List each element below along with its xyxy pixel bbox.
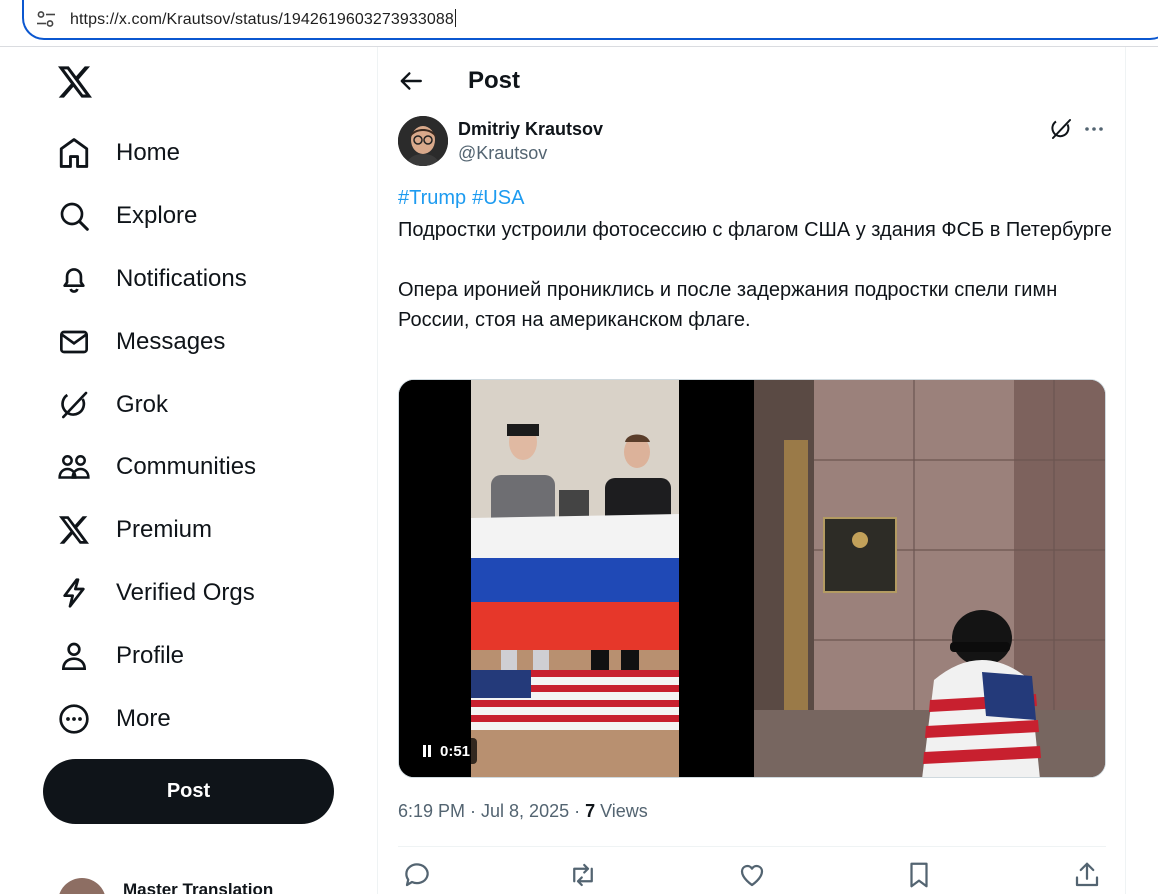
nav-item-grok[interactable]: Grok [56, 373, 356, 436]
search-icon [56, 198, 92, 234]
nav-item-explore[interactable]: Explore [56, 185, 356, 248]
nav-item-notifications[interactable]: Notifications [56, 248, 356, 311]
nav-item-verified-orgs[interactable]: Verified Orgs [56, 562, 356, 625]
video-time: 0:51 [440, 742, 471, 760]
tweet-media[interactable]: 0:51 [398, 379, 1106, 778]
tweet-text: Подростки устроили фотосессию с флагом С… [398, 215, 1113, 365]
author-name[interactable]: Dmitriy Krautsov [458, 119, 603, 140]
nav-item-profile[interactable]: Profile [56, 624, 356, 687]
primary-nav: Home Explore Notifications Messages Grok… [56, 122, 356, 750]
nav-label: Messages [116, 327, 226, 355]
author-handle[interactable]: @Krautsov [458, 143, 547, 164]
nav-label: Grok [116, 390, 169, 418]
photo-image [754, 380, 1105, 777]
more-circle-icon [56, 701, 92, 737]
x-logo-icon [56, 512, 92, 548]
nav-item-messages[interactable]: Messages [56, 310, 356, 373]
url-text[interactable]: https://x.com/Krautsov/status/1942619603… [70, 9, 456, 29]
account-name: Master Translation [123, 880, 274, 894]
home-icon [56, 135, 92, 171]
repost-icon[interactable] [568, 860, 598, 890]
nav-label: More [116, 704, 171, 732]
person-icon [56, 638, 92, 674]
photo[interactable] [754, 380, 1105, 777]
nav-label: Communities [116, 453, 257, 481]
nav-item-home[interactable]: Home [56, 122, 356, 185]
compose-post-button[interactable]: Post [43, 759, 334, 824]
nav-label: Profile [116, 641, 185, 669]
nav-label: Notifications [116, 264, 247, 292]
nav-label: Home [116, 139, 181, 167]
share-icon[interactable] [1072, 860, 1102, 890]
views-label: Views [595, 801, 648, 821]
nav-item-premium[interactable]: Premium [56, 499, 356, 562]
grok-icon [56, 387, 92, 423]
reply-icon[interactable] [402, 860, 432, 890]
tweet-metadata: 6:19 PM · Jul 8, 2025 · 7 Views [398, 801, 648, 822]
bell-icon [56, 261, 92, 297]
tweet-paragraph: Опера иронией прониклись и после задержа… [398, 279, 1058, 331]
hashtag-link[interactable]: #Trump [398, 187, 466, 209]
timestamp[interactable]: 6:19 PM · Jul 8, 2025 · [398, 801, 585, 821]
like-icon[interactable] [737, 860, 767, 890]
nav-item-communities[interactable]: Communities [56, 436, 356, 499]
grok-icon[interactable] [1049, 117, 1073, 141]
avatar [58, 878, 106, 894]
site-settings-icon[interactable] [36, 10, 56, 28]
bookmark-icon[interactable] [904, 860, 934, 890]
more-options-icon[interactable] [1083, 117, 1105, 141]
toolbar-divider [0, 46, 1158, 47]
nav-label: Verified Orgs [116, 578, 255, 606]
x-logo-icon[interactable] [58, 66, 92, 98]
envelope-icon [56, 324, 92, 360]
video-player[interactable]: 0:51 [399, 380, 751, 777]
address-bar[interactable]: https://x.com/Krautsov/status/1942619603… [22, 0, 1158, 40]
tweet-paragraph: Подростки устроили фотосессию с флагом С… [398, 219, 1112, 241]
views-count: 7 [585, 801, 596, 821]
nav-item-more[interactable]: More [56, 687, 356, 750]
video-frame [399, 380, 751, 777]
video-time-badge[interactable]: 0:51 [415, 738, 478, 764]
page-title: Post [468, 67, 521, 94]
communities-icon [56, 449, 92, 485]
nav-label: Explore [116, 202, 198, 230]
nav-label: Premium [116, 516, 213, 544]
hashtag-link[interactable]: #USA [472, 187, 524, 209]
column-divider [1125, 47, 1126, 894]
tweet-actions [398, 860, 1106, 894]
column-divider [377, 47, 378, 894]
lightning-icon [56, 575, 92, 611]
hashtags: #Trump #USA [398, 187, 530, 210]
divider [398, 846, 1106, 847]
author-avatar[interactable] [398, 116, 448, 166]
back-arrow-icon[interactable] [398, 68, 424, 94]
pause-icon[interactable] [422, 745, 432, 757]
